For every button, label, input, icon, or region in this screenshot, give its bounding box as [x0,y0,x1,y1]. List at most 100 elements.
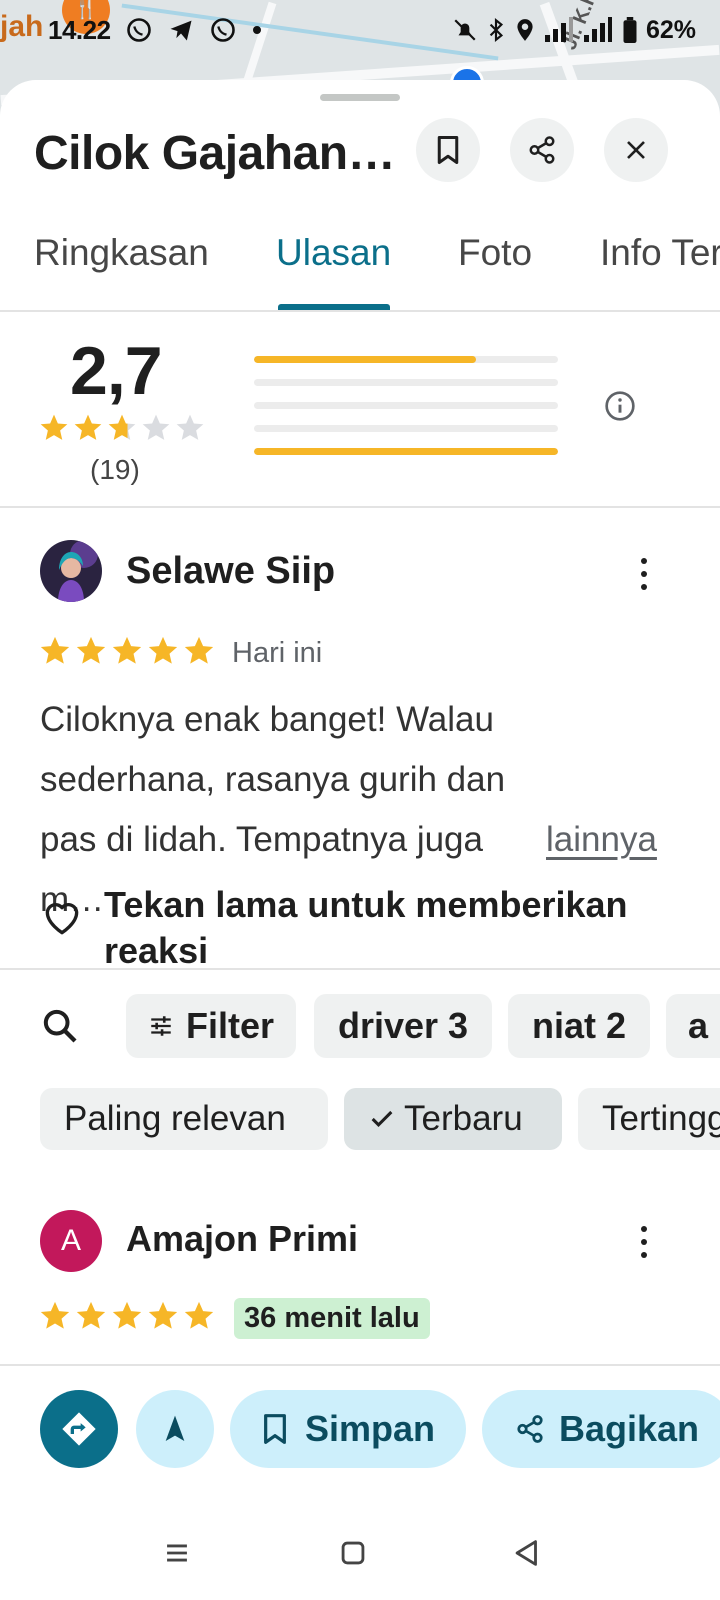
tab-ringkasan[interactable]: Ringkasan [34,232,209,274]
tune-icon [151,1016,171,1036]
share-button[interactable]: Bagikan [482,1390,720,1468]
sort-options: Paling relevan Terbaru Tertinggi [0,1086,720,1156]
tab-info-terkait[interactable]: Info Terkait [600,232,720,274]
telegram-icon [170,20,192,41]
drag-handle[interactable] [320,94,400,101]
mute-icon [454,19,476,41]
star-icon [74,1299,108,1338]
reviewer-name[interactable]: Amajon Primi [126,1218,358,1260]
whatsapp-icon [126,18,151,42]
place-sheet: Cilok Gajahan Pakdhe Ringkasan Ulasan Fo… [0,80,720,1600]
rating-summary: 2,7 (19) [0,312,720,508]
close-icon [627,141,645,159]
star-icon [146,1299,180,1338]
review-card: Selawe Siip Hari ini Ciloknya enak bange… [0,510,720,971]
star-icon [110,1299,144,1338]
dot-icon [252,26,261,34]
avatar[interactable]: A [40,1210,102,1272]
star-icon [106,412,138,449]
share-place-button[interactable] [510,118,574,182]
review-stars: 36 menit lalu [38,1298,430,1339]
signal-4g-icon [583,17,612,42]
save-button[interactable]: Simpan [230,1390,466,1468]
check-icon [371,1110,393,1127]
rating-bar-1-stars [254,448,558,455]
more-options-icon[interactable] [630,1222,658,1262]
menu-icon [167,1544,187,1562]
system-navigation-bar [0,1514,720,1600]
close-button[interactable] [604,118,668,182]
home-button[interactable] [336,1536,370,1575]
bottom-action-bar: Simpan Bagikan [0,1364,720,1514]
more-options-icon[interactable] [630,554,658,594]
sort-relevant-chip[interactable]: Paling relevan [40,1088,328,1150]
new-review-badge: 36 menit lalu [234,1298,430,1339]
directions-icon [62,1412,96,1446]
rating-bar-2-stars [254,425,558,432]
recent-apps-button[interactable] [160,1536,194,1575]
review-filter-bar: Filter driver 3 niat 2 a [0,990,720,1066]
search-reviews-button[interactable] [40,1006,80,1051]
star-icon [182,1299,216,1338]
whatsapp-icon [210,18,235,42]
filter-chip-label: Filter [185,1005,274,1046]
average-rating: 2,7 [70,333,163,409]
location-icon [517,19,533,41]
share-icon [529,136,555,164]
reaction-hint-text: Tekan lama untuk memberikan reaksi [104,884,628,971]
rating-distribution [254,356,558,471]
bookmark-icon [437,136,459,164]
star-icon [182,634,216,673]
topic-chip[interactable]: driver 3 [314,994,492,1058]
signal-icon [544,17,573,42]
back-button[interactable] [510,1536,544,1575]
battery-icon [623,17,637,43]
star-icon [38,1299,72,1338]
sheet-header: Cilok Gajahan Pakdhe [0,114,720,194]
star-icon [72,412,104,449]
star-rating [38,1299,216,1338]
reviewer-name[interactable]: Selawe Siip [126,550,335,593]
status-bar: 14.22 62% [0,0,720,60]
review-card: A Amajon Primi 36 menit lalu [0,1192,720,1362]
rating-bar-4-stars [254,379,558,386]
battery-percent: 62% [645,15,696,44]
reaction-hint[interactable]: Tekan lama untuk memberikan reaksi [40,882,664,974]
topic-chip[interactable]: a [666,994,720,1058]
search-icon [43,1009,77,1043]
directions-button[interactable] [40,1390,118,1468]
share-icon [517,1415,543,1443]
topic-chip[interactable]: niat 2 [508,994,650,1058]
star-rating [38,634,216,673]
star-icon [110,634,144,673]
review-count: (19) [90,454,140,485]
tab-ulasan[interactable]: Ulasan [276,232,391,274]
rating-bar-fill [254,356,476,363]
star-icon [146,634,180,673]
avatar[interactable] [40,540,102,602]
read-more-link[interactable]: lainnya [546,810,657,870]
share-button-label: Bagikan [558,1408,700,1449]
info-icon[interactable] [604,390,636,422]
star-icon [38,412,70,449]
start-navigation-button[interactable] [136,1390,214,1468]
sort-highest-chip[interactable]: Tertinggi [578,1088,720,1150]
sort-newest-label: Terbaru [404,1099,523,1138]
back-triangle-icon [515,1540,537,1566]
tab-foto[interactable]: Foto [458,232,532,274]
bookmark-icon [264,1414,286,1444]
star-icon [174,412,206,449]
status-time: 14.22 [48,14,111,45]
bluetooth-icon [489,17,503,43]
star-icon [140,412,172,449]
place-title: Cilok Gajahan Pakdhe [34,127,404,180]
rating-bar-3-stars [254,402,558,409]
sort-newest-chip[interactable]: Terbaru [344,1088,562,1150]
save-place-button[interactable] [416,118,480,182]
average-stars [38,412,206,449]
filter-chip[interactable]: Filter [126,994,296,1058]
heart-icon[interactable] [40,896,84,940]
star-icon [74,634,108,673]
review-stars: Hari ini [38,634,322,673]
review-date: Hari ini [232,637,323,669]
